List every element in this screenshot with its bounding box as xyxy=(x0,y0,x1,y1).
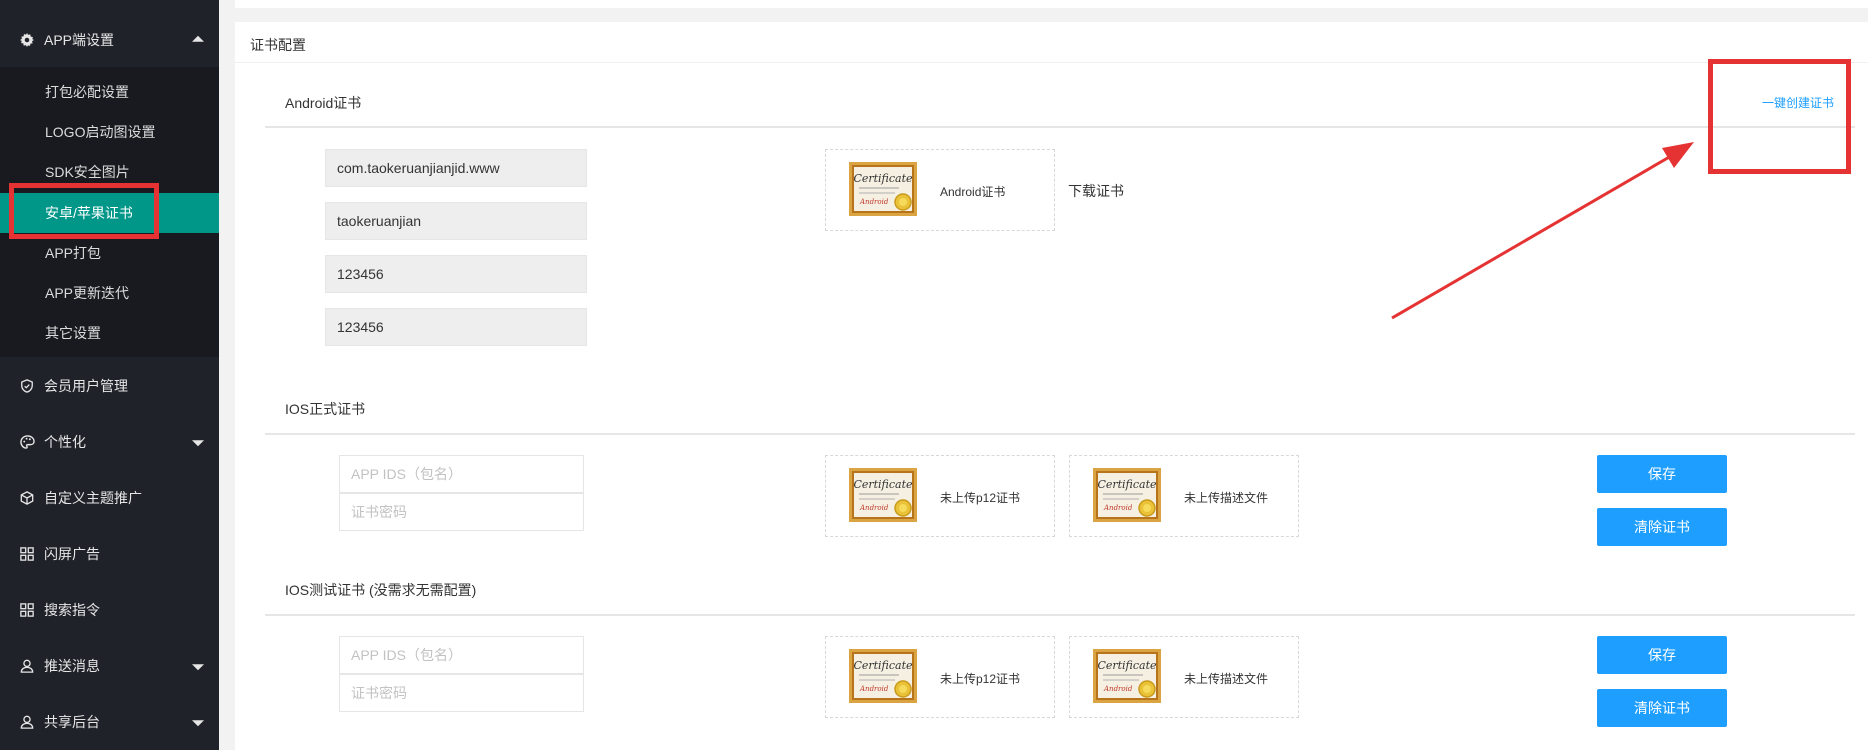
user-icon xyxy=(19,714,35,730)
section-divider xyxy=(265,614,1855,616)
ios-release-clear-button[interactable]: 清除证书 xyxy=(1597,508,1727,546)
certificate-icon xyxy=(849,162,917,216)
nav-personalize[interactable]: 个性化 xyxy=(0,414,219,470)
caret-up-icon xyxy=(192,35,204,42)
android-key-password-field[interactable] xyxy=(325,308,587,346)
nav-search-command-label: 搜索指令 xyxy=(44,602,100,618)
ios-test-p12-caption: 未上传p12证书 xyxy=(940,672,1021,686)
nav-custom-theme-label: 自定义主题推广 xyxy=(44,490,142,506)
main-gutter xyxy=(219,0,235,750)
submenu-item-label: APP更新迭代 xyxy=(45,285,130,301)
caret-down-icon xyxy=(192,664,204,671)
android-alias-field[interactable] xyxy=(325,202,587,240)
card-header: 证书配置 xyxy=(235,22,1868,63)
submenu-item-label: SDK安全图片 xyxy=(45,164,130,180)
ios-test-clear-button[interactable]: 清除证书 xyxy=(1597,689,1727,727)
certificate-icon xyxy=(849,649,917,703)
ios-release-p12-caption: 未上传p12证书 xyxy=(940,491,1021,505)
ios-release-profile-caption: 未上传描述文件 xyxy=(1184,491,1269,505)
certificate-config-card: 证书配置 Android证书 一键创建证书 Android证书 下载证书 IOS… xyxy=(235,22,1868,750)
submenu-item-app-update[interactable]: APP更新迭代 xyxy=(0,273,219,313)
ios-release-app-ids-input[interactable] xyxy=(339,455,584,493)
app-settings-submenu: 打包必配设置 LOGO启动图设置 SDK安全图片 安卓/苹果证书 APP打包 A… xyxy=(0,67,219,357)
nav-splash-ads-label: 闪屏广告 xyxy=(44,546,100,562)
ios-test-section-title: IOS测试证书 (没需求无需配置) xyxy=(285,582,477,598)
grid-icon xyxy=(19,602,35,618)
nav-push-messages-label: 推送消息 xyxy=(44,658,100,674)
nav-shared-backend-label: 共享后台 xyxy=(44,714,100,730)
section-divider xyxy=(265,126,1855,128)
submenu-item-package-required[interactable]: 打包必配设置 xyxy=(0,72,219,112)
ios-release-profile-box[interactable]: 未上传描述文件 xyxy=(1069,455,1299,537)
nav-app-settings-label: APP端设置 xyxy=(44,32,115,48)
nav-search-command[interactable]: 搜索指令 xyxy=(0,582,219,638)
nav-app-settings[interactable]: APP端设置 xyxy=(0,12,219,68)
ios-release-save-button[interactable]: 保存 xyxy=(1597,455,1727,493)
android-package-field[interactable] xyxy=(325,149,587,187)
create-certificate-link[interactable]: 一键创建证书 xyxy=(1762,94,1834,111)
submenu-item-other-settings[interactable]: 其它设置 xyxy=(0,313,219,353)
ios-release-section-title: IOS正式证书 xyxy=(285,401,366,417)
caret-down-icon xyxy=(192,720,204,727)
ios-test-profile-box[interactable]: 未上传描述文件 xyxy=(1069,636,1299,718)
ios-test-p12-box[interactable]: 未上传p12证书 xyxy=(825,636,1055,718)
grid-icon xyxy=(19,546,35,562)
gear-icon xyxy=(19,32,35,48)
caret-down-icon xyxy=(192,440,204,447)
nav-member-users[interactable]: 会员用户管理 xyxy=(0,358,219,414)
card-title: 证书配置 xyxy=(250,37,306,53)
submenu-item-certificates[interactable]: 安卓/苹果证书 xyxy=(0,193,219,233)
submenu-item-label: APP打包 xyxy=(45,245,102,261)
nav-custom-theme[interactable]: 自定义主题推广 xyxy=(0,470,219,526)
submenu-item-label: 打包必配设置 xyxy=(45,84,129,100)
ios-test-app-ids-input[interactable] xyxy=(339,636,584,674)
nav-push-messages[interactable]: 推送消息 xyxy=(0,638,219,694)
android-store-password-field[interactable] xyxy=(325,255,587,293)
nav-member-users-label: 会员用户管理 xyxy=(44,378,128,394)
submenu-item-label: LOGO启动图设置 xyxy=(45,124,156,140)
submenu-item-logo-splash[interactable]: LOGO启动图设置 xyxy=(0,112,219,152)
certificate-icon xyxy=(1093,468,1161,522)
nav-personalize-label: 个性化 xyxy=(44,434,86,450)
android-cert-caption: Android证书 xyxy=(940,185,1006,199)
submenu-item-sdk-images[interactable]: SDK安全图片 xyxy=(0,152,219,192)
download-certificate-link[interactable]: 下载证书 xyxy=(1068,181,1124,201)
shield-icon xyxy=(19,378,35,394)
palette-icon xyxy=(19,434,35,450)
android-section-title: Android证书 xyxy=(285,95,362,111)
top-card-edge xyxy=(235,0,1868,8)
box-icon xyxy=(19,490,35,506)
ios-release-p12-box[interactable]: 未上传p12证书 xyxy=(825,455,1055,537)
certificate-icon xyxy=(849,468,917,522)
android-certificate-box[interactable]: Android证书 xyxy=(825,149,1055,231)
submenu-item-label: 安卓/苹果证书 xyxy=(45,205,133,221)
submenu-item-app-package[interactable]: APP打包 xyxy=(0,233,219,273)
nav-splash-ads[interactable]: 闪屏广告 xyxy=(0,526,219,582)
section-divider xyxy=(265,433,1855,435)
ios-test-password-input[interactable] xyxy=(339,674,584,712)
nav-shared-backend[interactable]: 共享后台 xyxy=(0,694,219,750)
sidebar: APP端设置 打包必配设置 LOGO启动图设置 SDK安全图片 安卓/苹果证书 … xyxy=(0,0,219,750)
submenu-item-label: 其它设置 xyxy=(45,325,101,341)
ios-release-password-input[interactable] xyxy=(339,493,584,531)
user-icon xyxy=(19,658,35,674)
ios-test-profile-caption: 未上传描述文件 xyxy=(1184,672,1269,686)
ios-test-save-button[interactable]: 保存 xyxy=(1597,636,1727,674)
certificate-icon xyxy=(1093,649,1161,703)
